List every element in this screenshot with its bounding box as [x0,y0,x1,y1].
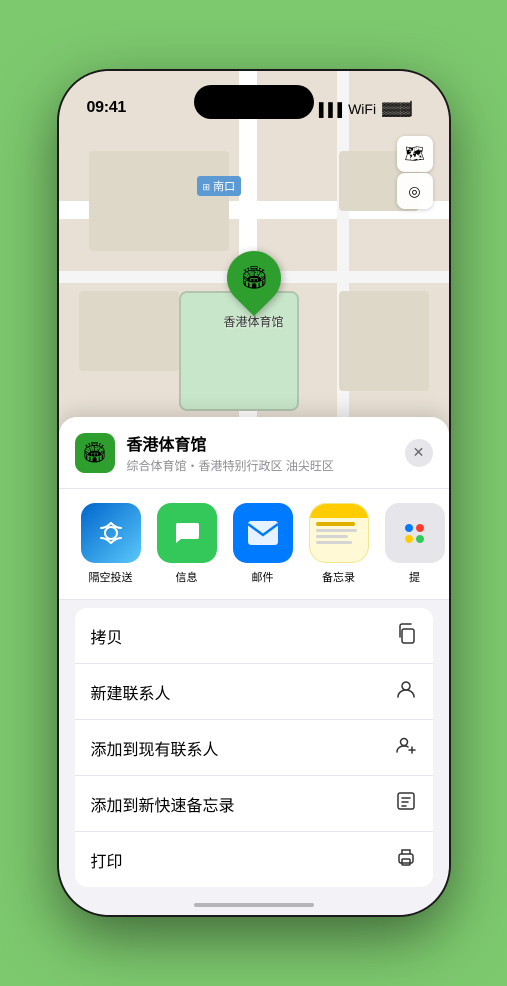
print-icon [395,846,417,873]
venue-name: 香港体育馆 [127,431,393,455]
dynamic-island [194,85,314,119]
close-button[interactable]: ✕ [405,439,433,467]
action-new-contact[interactable]: 新建联系人 [75,664,433,720]
notes-icon [309,503,369,563]
share-notes[interactable]: 备忘录 [303,503,375,585]
status-icons: ▐▐▐ WiFi ▓▓▓▏ [314,101,420,117]
add-contact-icon [395,734,417,761]
wifi-icon: WiFi [348,101,376,117]
phone-frame: 09:41 ▐▐▐ WiFi ▓▓▓▏ ⊞ 南口 [59,71,449,915]
action-copy[interactable]: 拷贝 [75,608,433,664]
share-airdrop[interactable]: 隔空投送 [75,503,147,585]
map-layers-button[interactable]: 🗺 [397,136,433,172]
more-label: 提 [409,569,420,585]
share-apps-row: 隔空投送 信息 [59,489,449,600]
bottom-sheet: 🏟 香港体育馆 综合体育馆・香港特别行政区 油尖旺区 ✕ [59,417,449,915]
action-list: 拷贝 新建联系人 [75,608,433,887]
venue-icon: 🏟 [75,433,115,473]
map-location-button[interactable]: ◎ [397,173,433,209]
add-contact-label: 添加到现有联系人 [91,736,219,760]
more-icon [385,503,445,563]
location-pin: 🏟 香港体育馆 [223,251,283,330]
share-messages[interactable]: 信息 [151,503,223,585]
venue-address: 综合体育馆・香港特别行政区 油尖旺区 [127,457,393,474]
status-time: 09:41 [87,99,126,117]
share-mail[interactable]: 邮件 [227,503,299,585]
quick-note-icon [395,790,417,817]
signal-icon: ▐▐▐ [314,102,342,117]
copy-label: 拷贝 [91,624,123,648]
messages-icon [157,503,217,563]
map-north-exit-label: ⊞ 南口 [197,176,242,196]
airdrop-icon [81,503,141,563]
copy-icon [395,622,417,649]
new-contact-label: 新建联系人 [91,680,171,704]
pin-icon: 🏟 [240,265,268,291]
action-print[interactable]: 打印 [75,832,433,887]
notes-label: 备忘录 [322,569,355,585]
home-indicator [194,903,314,907]
pin-circle: 🏟 [215,240,291,316]
new-contact-icon [395,678,417,705]
mail-icon [233,503,293,563]
location-info: 香港体育馆 综合体育馆・香港特别行政区 油尖旺区 [127,431,393,474]
map-label-text: 南口 [213,181,235,193]
quick-note-label: 添加到新快速备忘录 [91,792,235,816]
map-controls: 🗺 ◎ [397,136,433,209]
messages-label: 信息 [176,569,198,585]
action-add-contact[interactable]: 添加到现有联系人 [75,720,433,776]
share-more[interactable]: 提 [379,503,449,585]
mail-label: 邮件 [252,569,274,585]
location-card: 🏟 香港体育馆 综合体育馆・香港特别行政区 油尖旺区 ✕ [59,417,449,489]
map-label-icon: ⊞ [203,182,211,192]
airdrop-label: 隔空投送 [89,569,133,585]
print-label: 打印 [91,848,123,872]
phone-screen: 09:41 ▐▐▐ WiFi ▓▓▓▏ ⊞ 南口 [59,71,449,915]
action-quick-note[interactable]: 添加到新快速备忘录 [75,776,433,832]
battery-icon: ▓▓▓▏ [382,101,420,117]
